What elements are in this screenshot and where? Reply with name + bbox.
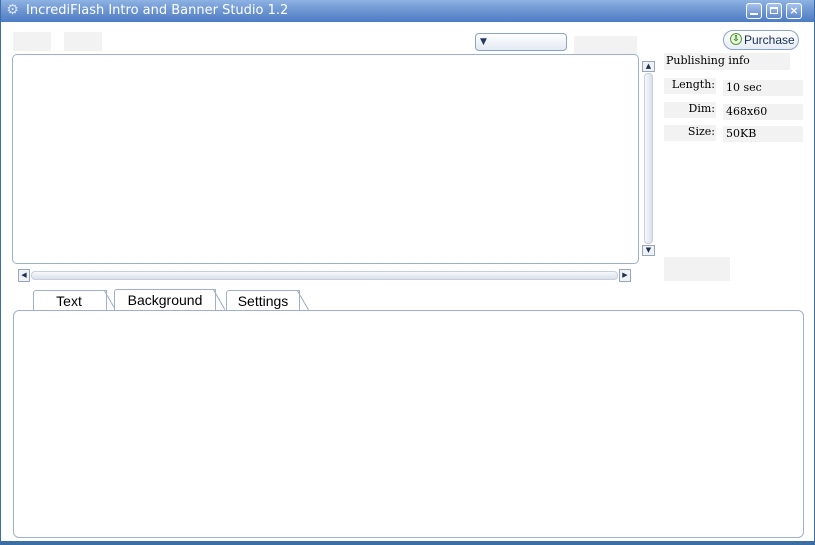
side-button-1[interactable] [664,257,697,281]
minimize-icon [750,13,758,15]
title-bar[interactable]: ⚙ IncrediFlash Intro and Banner Studio 1… [1,0,814,22]
download-arrow-icon: ⇩ [730,33,742,45]
tab-text[interactable]: Text [33,290,116,311]
tab-background-label: Background [127,292,203,308]
size-label: Size: [664,125,716,141]
toolbar-button-2[interactable] [64,32,102,51]
toolbar-button-5[interactable] [616,36,637,55]
scroll-thumb-horizontal[interactable] [31,271,618,280]
toolbar-button-4[interactable] [595,36,616,55]
preview-canvas[interactable] [12,54,639,264]
scroll-right-button[interactable]: ▶ [619,269,631,282]
purchase-button[interactable]: ⇩ Purchase [723,30,799,50]
horizontal-scrollbar[interactable]: ◀ ▶ [18,269,631,282]
tab-background[interactable]: Background [114,289,225,311]
dim-value: 468x60 [723,104,803,120]
tab-settings[interactable]: Settings [226,290,309,311]
length-label: Length: [664,78,716,94]
app-window: ⚙ IncrediFlash Intro and Banner Studio 1… [0,0,815,545]
tab-settings-label: Settings [237,293,289,309]
scroll-up-button[interactable]: ▲ [642,61,655,72]
size-value: 50KB [723,126,803,142]
publishing-info-title: Publishing info [664,53,790,70]
maximize-button[interactable] [766,3,782,19]
purchase-label: Purchase [744,33,795,47]
close-button[interactable]: × [786,3,802,19]
preview-dropdown[interactable]: ▼ [475,33,567,51]
scroll-down-button[interactable]: ▼ [642,245,655,256]
toolbar-button-1[interactable] [13,32,51,51]
dim-label: Dim: [664,102,716,118]
minimize-button[interactable] [746,3,762,19]
vertical-scrollbar[interactable]: ▲ ▼ [642,61,655,256]
arrow-down-icon: ▼ [645,246,652,254]
arrow-up-icon: ▲ [645,62,652,70]
arrow-left-icon: ◀ [21,271,27,279]
scroll-left-button[interactable]: ◀ [18,269,30,282]
close-icon: × [789,4,799,17]
chevron-down-icon: ▼ [480,37,487,47]
window-bottom-border [1,541,814,544]
scroll-thumb-vertical[interactable] [644,73,653,244]
side-button-2[interactable] [697,257,730,281]
tab-panel [13,310,804,538]
arrow-right-icon: ▶ [622,271,628,279]
maximize-icon [770,7,778,14]
gear-icon[interactable]: ⚙ [5,3,20,18]
tab-text-label: Text [56,293,82,309]
length-value: 10 sec [723,80,803,96]
toolbar-button-3[interactable] [574,36,595,55]
window-title: IncrediFlash Intro and Banner Studio 1.2 [26,3,289,18]
